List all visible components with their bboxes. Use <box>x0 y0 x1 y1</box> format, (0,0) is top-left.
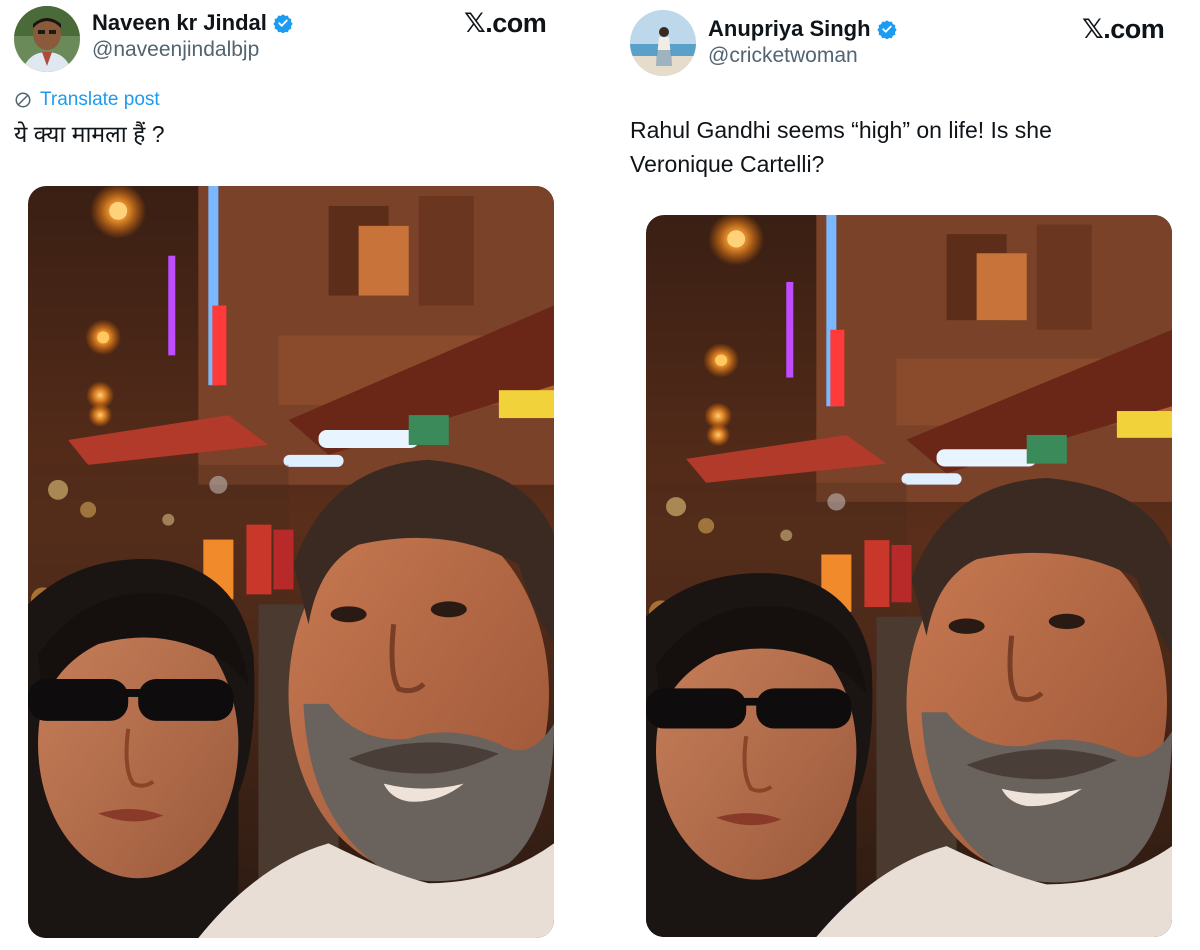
x-brand-label: 𝕏.com <box>1082 14 1165 44</box>
x-brand-label: 𝕏.com <box>464 8 547 38</box>
author-name[interactable]: Anupriya Singh <box>708 16 871 42</box>
verified-badge-icon <box>876 19 897 40</box>
author-name-row: Naveen kr Jindal <box>92 10 293 36</box>
post-text: ये क्या मामला हैं ? <box>14 121 165 147</box>
post-text-line: Veronique Cartelli? <box>630 151 825 177</box>
post-text: Rahul Gandhi seems “high” on life! Is sh… <box>630 113 1052 181</box>
post-text-line: Rahul Gandhi seems “high” on life! Is sh… <box>630 117 1052 143</box>
translate-post-label: Translate post <box>40 89 160 110</box>
author-handle[interactable]: @cricketwoman <box>708 44 858 68</box>
translate-icon <box>14 91 32 109</box>
post-card-left[interactable]: Naveen kr Jindal @naveenjindalbjp 𝕏.com … <box>0 0 590 950</box>
post-photo[interactable] <box>28 186 554 938</box>
beach-avatar-icon[interactable] <box>630 10 696 76</box>
author-name-row: Anupriya Singh <box>708 16 897 42</box>
post-card-right[interactable]: Anupriya Singh @cricketwoman 𝕏.com Rahul… <box>610 0 1200 950</box>
post-divider <box>596 0 604 950</box>
author-handle[interactable]: @naveenjindalbjp <box>92 38 259 62</box>
verified-badge-icon <box>273 13 293 34</box>
person-avatar-icon[interactable] <box>14 6 80 72</box>
translate-post-link[interactable]: Translate post <box>14 89 160 111</box>
author-name[interactable]: Naveen kr Jindal <box>92 10 267 36</box>
post-photo[interactable] <box>646 215 1172 937</box>
